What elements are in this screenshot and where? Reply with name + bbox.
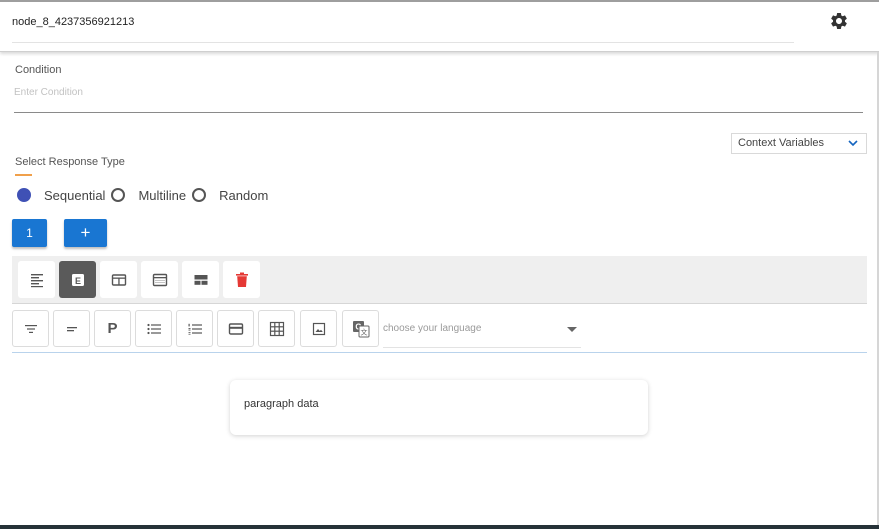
node-title-underline xyxy=(12,42,794,43)
e-badge-letter: E xyxy=(74,276,80,286)
chevron-down-icon xyxy=(848,138,858,148)
paragraph-icon[interactable]: P xyxy=(94,310,131,347)
radio-multiline-label: Multiline xyxy=(138,187,187,203)
delete-icon[interactable] xyxy=(223,261,260,298)
node-title[interactable]: node_8_4237356921213 xyxy=(12,16,134,28)
list-template-icon[interactable] xyxy=(182,261,219,298)
image-icon[interactable] xyxy=(300,310,337,347)
condition-label: Condition xyxy=(15,64,62,76)
radio-random-label: Random xyxy=(219,187,269,203)
context-variables-select[interactable]: Context Variables xyxy=(731,133,867,154)
radio-sequential-label: Sequential xyxy=(44,187,106,203)
translate-icon[interactable]: G文 xyxy=(342,310,379,347)
e-badge-icon[interactable]: E xyxy=(59,261,96,298)
radio-sequential[interactable] xyxy=(17,188,31,202)
paragraph-card[interactable]: paragraph data xyxy=(230,380,648,435)
short-text-icon[interactable] xyxy=(53,310,90,347)
add-response-button[interactable]: + xyxy=(64,219,107,247)
format-toolbar: P G文 choose your language xyxy=(12,305,867,353)
radio-random[interactable] xyxy=(192,188,207,202)
bulleted-list-icon[interactable] xyxy=(135,310,172,347)
table-icon[interactable] xyxy=(258,310,295,347)
carousel-template-icon[interactable] xyxy=(141,261,178,298)
response-tab-1[interactable]: 1 xyxy=(12,219,47,247)
language-select-placeholder: choose your language xyxy=(383,323,482,334)
card-icon[interactable] xyxy=(217,310,254,347)
condition-input[interactable] xyxy=(14,84,863,113)
node-header: node_8_4237356921213 xyxy=(0,0,879,52)
context-variables-label: Context Variables xyxy=(738,137,825,149)
card-template-icon[interactable] xyxy=(100,261,137,298)
bottom-bar xyxy=(0,525,879,529)
gear-icon[interactable] xyxy=(829,11,849,31)
filter-lines-icon[interactable] xyxy=(12,310,49,347)
response-type-label: Select Response Type xyxy=(15,156,125,168)
radio-multiline[interactable] xyxy=(111,188,126,202)
paragraph-card-text: paragraph data xyxy=(244,398,319,410)
align-left-icon[interactable] xyxy=(18,261,55,298)
paragraph-icon-letter: P xyxy=(107,320,118,337)
language-select[interactable]: choose your language xyxy=(383,317,581,348)
response-type-accent xyxy=(15,174,32,176)
svg-text:文: 文 xyxy=(360,327,367,336)
caret-down-icon xyxy=(567,327,577,332)
response-type-radio-group: Sequential Multiline Random xyxy=(17,185,274,205)
template-toolbar: E xyxy=(12,256,867,304)
numbered-list-icon[interactable] xyxy=(176,310,213,347)
